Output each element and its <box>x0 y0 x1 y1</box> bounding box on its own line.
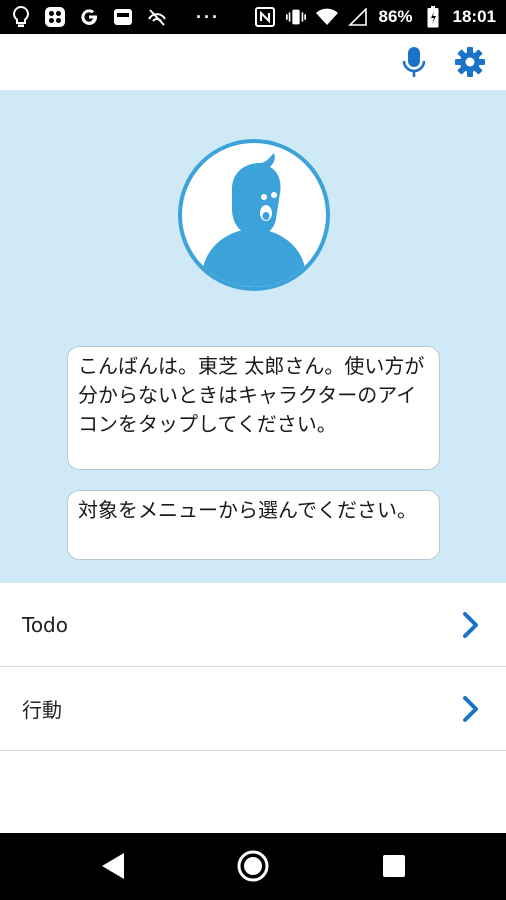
vibrate-icon <box>285 6 307 28</box>
greeting-message: こんばんは。東芝 太郎さん。使い方が分からないときはキャラクターのアイコンをタッ… <box>67 346 440 470</box>
lightbulb-icon <box>10 6 32 28</box>
character-icon <box>178 139 330 291</box>
app-grid-icon <box>44 6 66 28</box>
status-icons-right: 86% 18:01 <box>254 6 496 28</box>
instruction-message: 対象をメニューから選んでください。 <box>67 490 440 560</box>
app-bar <box>0 34 506 90</box>
signal-icon <box>347 6 369 28</box>
google-icon <box>78 6 100 28</box>
clock: 18:01 <box>452 7 496 26</box>
status-icons-left: ··· <box>10 6 220 28</box>
microphone-icon <box>402 47 426 77</box>
wifi-icon <box>316 6 339 28</box>
home-icon[interactable] <box>236 849 270 883</box>
navigation-bar <box>0 833 506 900</box>
chevron-right-icon <box>463 612 478 638</box>
character-avatar[interactable] <box>178 139 330 291</box>
assistant-panel: こんばんは。東芝 太郎さん。使い方が分からないときはキャラクターのアイコンをタッ… <box>0 90 506 583</box>
overflow-indicator: ··· <box>196 6 220 27</box>
battery-percent: 86% <box>378 7 413 26</box>
nfc-icon <box>254 6 276 28</box>
chevron-right-icon <box>463 696 478 722</box>
status-bar: ··· 86% 18:01 <box>0 0 506 34</box>
gear-icon <box>455 47 485 77</box>
back-icon[interactable] <box>98 851 128 881</box>
app-icon <box>112 6 134 28</box>
menu-item-label: 行動 <box>22 698 62 722</box>
settings-button[interactable] <box>450 42 490 82</box>
recent-apps-icon[interactable] <box>381 853 407 879</box>
no-sim-icon <box>146 6 168 28</box>
menu-item-todo[interactable]: Todo <box>0 583 506 667</box>
microphone-button[interactable] <box>394 42 434 82</box>
battery-icon <box>422 6 444 28</box>
menu-item-action[interactable]: 行動 <box>0 667 506 751</box>
menu-item-label: Todo <box>22 612 68 637</box>
